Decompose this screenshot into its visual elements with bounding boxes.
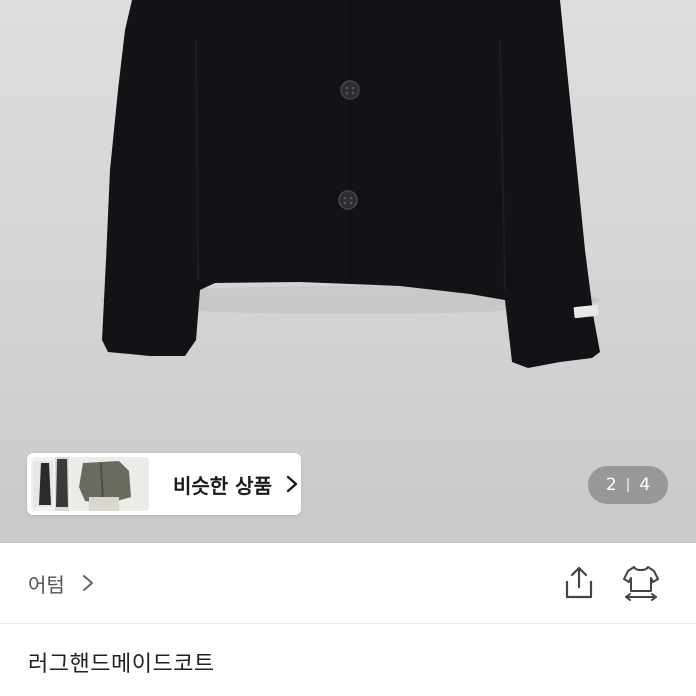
jacket-button — [340, 80, 360, 100]
chevron-right-icon — [286, 475, 298, 493]
current-page: 2 — [605, 475, 617, 495]
product-title: 러그핸드메이드코트 — [28, 652, 215, 677]
shop-row: 어텀 — [0, 543, 696, 623]
product-image-gallery[interactable]: 비슷한 상품 2 | 4 — [0, 0, 696, 543]
clothing-swap-icon[interactable] — [620, 563, 662, 603]
similar-products-thumbnail — [31, 457, 149, 511]
divider — [0, 623, 696, 624]
shop-name-link[interactable]: 어텀 — [28, 543, 65, 623]
chevron-right-icon[interactable] — [82, 574, 94, 592]
page-separator: | — [625, 477, 631, 493]
jacket-button — [338, 190, 358, 210]
share-icon[interactable] — [562, 565, 596, 601]
similar-products-button[interactable]: 비슷한 상품 — [27, 453, 301, 515]
image-page-indicator: 2 | 4 — [588, 466, 668, 504]
similar-products-label: 비슷한 상품 — [173, 473, 272, 498]
total-pages: 4 — [639, 475, 651, 495]
